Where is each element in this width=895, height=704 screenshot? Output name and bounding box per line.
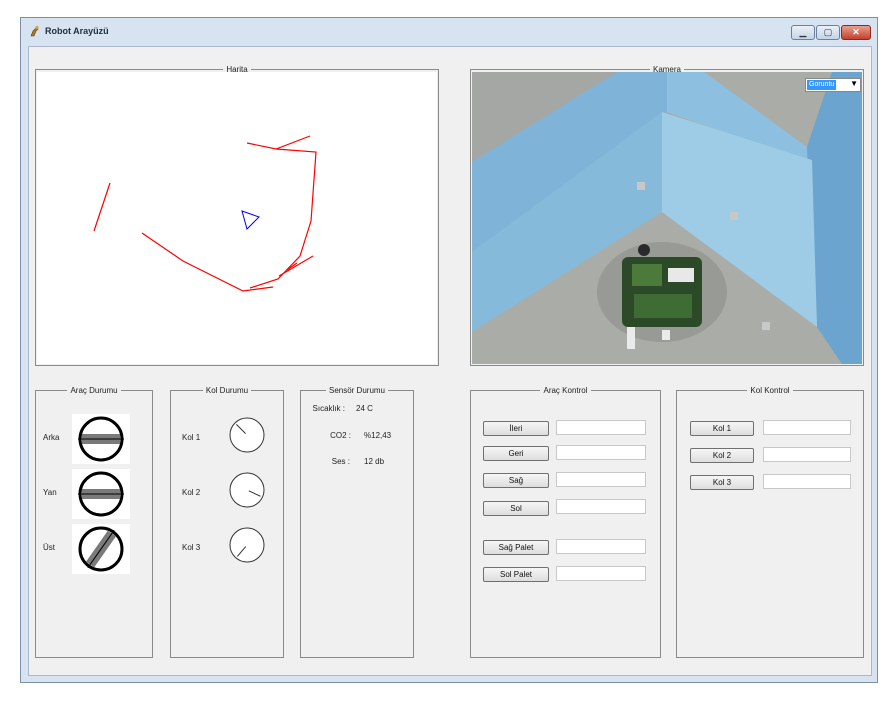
minimize-icon: ▁ [799, 27, 807, 37]
robot-arm-icon [30, 25, 39, 37]
backward-button[interactable]: Geri [483, 446, 549, 461]
left-input[interactable] [556, 499, 646, 514]
maximize-button[interactable]: ▢ [816, 25, 840, 40]
arm-angle-indicators [229, 417, 265, 563]
co2-value: %12,43 [364, 431, 392, 440]
arm-status-label: Kol 1 [182, 433, 201, 442]
forward-button[interactable]: İleri [483, 421, 549, 436]
temperature-label: Sıcaklık : [312, 404, 345, 413]
arm-status-group: Kol Durumu Kol 1 Kol 2 Kol 3 [170, 386, 284, 658]
arm1-input[interactable] [763, 420, 851, 435]
chevron-down-icon: ▼ [850, 79, 858, 88]
left-track-button[interactable]: Sol Palet [483, 567, 549, 582]
close-button[interactable]: ✕ [841, 25, 871, 40]
arm3-input[interactable] [763, 474, 851, 489]
arm2-angle-gauge [229, 472, 265, 508]
temperature-value: 24 C [356, 404, 373, 413]
camera-source-value: Goruntu [807, 80, 837, 90]
co2-label: CO2 : [330, 431, 351, 440]
right-track-input[interactable] [556, 539, 646, 554]
camera-feed: Goruntu ▼ [472, 72, 862, 364]
maximize-icon: ▢ [823, 27, 833, 37]
arm2-button[interactable]: Kol 2 [690, 448, 754, 463]
map-group: Harita [35, 65, 439, 366]
camera-group: Kamera Goruntu ▼ [470, 65, 864, 366]
map-wall [246, 135, 311, 150]
vehicle-control-group: Araç Kontrol İleri Geri Sağ Sol Sağ Pale… [470, 386, 661, 658]
map-canvas [93, 135, 317, 292]
arm1-angle-gauge [229, 417, 265, 453]
arm-control-group: Kol Kontrol Kol 1 Kol 2 Kol 3 [676, 386, 864, 658]
map-wall [141, 232, 274, 292]
sound-value: 12 db [364, 457, 385, 466]
vehicle-status-title: Araç Durumu [67, 386, 121, 395]
vehicle-status-label: Üst [43, 543, 55, 552]
arm-status-label: Kol 2 [182, 488, 201, 497]
arm3-button[interactable]: Kol 3 [690, 475, 754, 490]
map-wall [278, 255, 314, 277]
vehicle-attitude-indicators [72, 414, 130, 574]
top-attitude-gauge [72, 524, 130, 574]
vehicle-control-title: Araç Kontrol [540, 386, 591, 395]
minimize-button[interactable]: ▁ [791, 25, 815, 40]
left-button[interactable]: Sol [483, 501, 549, 516]
arm3-angle-gauge [229, 527, 265, 563]
arm1-button[interactable]: Kol 1 [690, 421, 754, 436]
robot-marker [241, 210, 260, 230]
left-track-input[interactable] [556, 566, 646, 581]
arm-status-title: Kol Durumu [202, 386, 252, 395]
sound-label: Ses : [331, 457, 350, 466]
close-icon: ✕ [852, 27, 860, 37]
client-area: Harita Kamera Goruntu ▼ Araç Durumu Arka… [28, 46, 872, 676]
camera-source-dropdown[interactable]: Goruntu ▼ [805, 78, 861, 92]
backward-input[interactable] [556, 445, 646, 460]
vehicle-status-group: Araç Durumu Arka Yan Üst [35, 386, 153, 658]
main-window: Robot Arayüzü ▁ ▢ ✕ Harita Kamera Gorunt… [20, 17, 878, 683]
window-title: Robot Arayüzü [45, 26, 109, 36]
arm2-input[interactable] [763, 447, 851, 462]
vehicle-status-label: Yan [43, 488, 57, 497]
rear-attitude-gauge [72, 414, 130, 464]
side-attitude-gauge [72, 469, 130, 519]
right-track-button[interactable]: Sağ Palet [483, 540, 549, 555]
vehicle-status-label: Arka [43, 433, 60, 442]
right-input[interactable] [556, 472, 646, 487]
arm-control-title: Kol Kontrol [747, 386, 793, 395]
map-wall [93, 182, 111, 232]
forward-input[interactable] [556, 420, 646, 435]
arm-status-label: Kol 3 [182, 543, 201, 552]
map-panel [37, 72, 437, 364]
camera-image [472, 72, 862, 364]
map-wall [249, 148, 317, 289]
sensor-status-title: Sensör Durumu [325, 386, 389, 395]
right-button[interactable]: Sağ [483, 473, 549, 488]
title-bar[interactable]: Robot Arayüzü ▁ ▢ ✕ [21, 18, 877, 46]
sensor-status-group: Sensör Durumu Sıcaklık : 24 C CO2 : %12,… [300, 386, 414, 658]
